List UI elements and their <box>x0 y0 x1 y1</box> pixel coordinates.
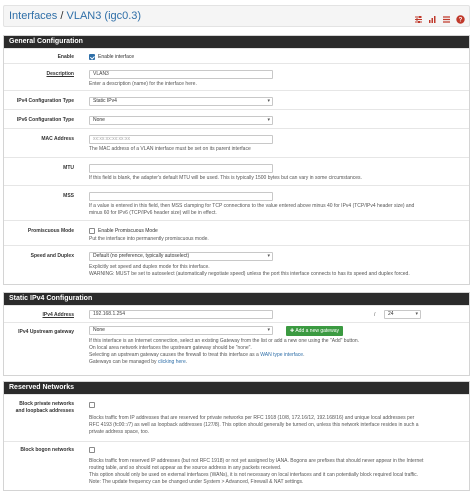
gateway-label: IPv4 Upstream gateway <box>18 329 74 335</box>
speed-row: Speed and Duplex Default (no preference,… <box>4 245 469 285</box>
promisc-checkbox[interactable] <box>89 228 95 234</box>
list-icon[interactable] <box>442 11 451 23</box>
speed-select[interactable]: Default (no preference, typically autose… <box>89 252 273 261</box>
gateway-help-2: On local area network interfaces the ups… <box>89 345 252 351</box>
speed-help-1: Explicitly set speed and duplex mode for… <box>89 264 210 270</box>
ipv6-type-select[interactable]: None <box>89 116 273 125</box>
mtu-input[interactable] <box>89 164 273 173</box>
panel-heading: Reserved Networks <box>4 382 469 394</box>
block-bogon-help-2: routing table, and so should not appear … <box>89 465 282 471</box>
mtu-row: MTU If this field is blank, the adapter'… <box>4 157 469 184</box>
cidr-slash: / <box>374 312 376 318</box>
gateway-help-4-end: . <box>185 359 188 365</box>
description-input[interactable]: VLAN3 <box>89 70 273 79</box>
ipv4-address-row: IPv4 Address 192.168.1.254 / 24 <box>4 305 469 321</box>
mss-help-1: If a value is entered in this field, the… <box>89 203 415 209</box>
breadcrumb-current[interactable]: VLAN3 (igc0.3) <box>67 10 142 22</box>
cidr-select[interactable]: 24 <box>384 310 421 319</box>
block-private-help-1: Blocks traffic from IP addresses that ar… <box>89 415 415 421</box>
block-bogon-help-4: Note: The update frequency can be change… <box>89 479 304 485</box>
mss-help-2: minus 60 for IPv6 (TCP/IPv6 header size)… <box>89 210 217 216</box>
block-bogon-help-1: Blocks traffic from reserved IP addresse… <box>89 458 424 464</box>
header-icons: ? <box>414 11 465 24</box>
description-row: Description VLAN3 Enter a description (n… <box>4 63 469 89</box>
block-private-row: Block private networks and loopback addr… <box>4 394 469 440</box>
block-private-checkbox[interactable] <box>89 402 95 408</box>
gateway-select[interactable]: None <box>89 326 273 335</box>
gateway-help-3: Selecting an upstream gateway causes the… <box>89 352 304 359</box>
mtu-help: If this field is blank, the adapter's de… <box>89 175 362 181</box>
enable-row: Enable Enable interface <box>4 48 469 62</box>
enable-label: Enable <box>57 54 74 60</box>
description-label: Description <box>46 71 74 77</box>
ipv4-address-label: IPv4 Address <box>42 312 75 318</box>
page-header: Interfaces / VLAN3 (igc0.3) ? <box>3 5 470 27</box>
bar-chart-icon[interactable] <box>428 11 437 23</box>
gateway-help-3-text: Selecting an upstream gateway causes the… <box>89 352 261 358</box>
gateway-help-1: If this interface is an Internet connect… <box>89 338 360 344</box>
panel-heading: General Configuration <box>4 36 469 48</box>
mss-label: MSS <box>63 193 74 199</box>
gateway-help-4-text: Gateways can be managed by <box>89 359 158 365</box>
ipv6-type-row: IPv6 Configuration Type None <box>4 109 469 127</box>
breadcrumb: Interfaces / VLAN3 (igc0.3) <box>9 10 141 22</box>
mtu-label: MTU <box>63 165 74 171</box>
breadcrumb-interfaces[interactable]: Interfaces <box>9 10 57 22</box>
gateway-help-4: Gateways can be managed by clicking here… <box>89 359 187 366</box>
promisc-text: Enable Promiscuous Mode <box>98 228 158 234</box>
svg-text:?: ? <box>459 18 463 24</box>
clicking-here-link[interactable]: clicking here <box>158 359 186 365</box>
block-bogon-row: Block bogon networks Blocks traffic from… <box>4 441 469 491</box>
ipv4-type-row: IPv4 Configuration Type Static IPv4 <box>4 90 469 108</box>
speed-label: Speed and Duplex <box>30 253 74 259</box>
reserved-networks-panel: Reserved Networks Block private networks… <box>3 381 470 491</box>
block-private-help-2: RFC 4193 (fc00::/7) as well as loopback … <box>89 422 419 428</box>
mac-help: The MAC address of a VLAN interface must… <box>89 146 251 152</box>
wan-type-link[interactable]: WAN type interface <box>260 352 303 358</box>
help-icon[interactable]: ? <box>456 11 465 24</box>
block-private-label-2: and loopback addresses <box>15 408 74 414</box>
sliders-icon[interactable] <box>414 11 423 23</box>
mss-row: MSS If a value is entered in this field,… <box>4 185 469 219</box>
mac-row: MAC Address xx:xx:xx:xx:xx:xx The MAC ad… <box>4 128 469 156</box>
ipv4-type-label: IPv4 Configuration Type <box>16 98 74 104</box>
mac-label: MAC Address <box>41 136 74 142</box>
speed-help-2: WARNING: MUST be set to autoselect (auto… <box>89 271 410 277</box>
plus-icon: ✚ <box>290 328 295 334</box>
gateway-help-3-end: . <box>303 352 305 358</box>
block-bogon-label: Block bogon networks <box>20 447 74 453</box>
breadcrumb-separator: / <box>60 10 64 22</box>
promisc-row: Promiscuous Mode Enable Promiscuous Mode… <box>4 220 469 244</box>
enable-checkbox[interactable] <box>89 54 95 60</box>
block-private-label-1: Block private networks <box>19 401 74 407</box>
add-gateway-label: Add a new gateway <box>295 328 339 334</box>
promisc-label: Promiscuous Mode <box>27 228 74 234</box>
block-private-help-3: private address space, too. <box>89 429 150 435</box>
block-bogon-help-3: This option should only be used on exter… <box>89 472 419 478</box>
enable-text: Enable interface <box>98 54 135 60</box>
description-help: Enter a description (name) for the inter… <box>89 81 197 87</box>
ipv4-type-select[interactable]: Static IPv4 <box>89 97 273 106</box>
mac-input[interactable]: xx:xx:xx:xx:xx:xx <box>89 135 273 144</box>
mss-input[interactable] <box>89 192 273 201</box>
add-gateway-button[interactable]: ✚ Add a new gateway <box>286 326 343 336</box>
general-config-panel: General Configuration Enable Enable inte… <box>3 35 470 285</box>
panel-heading: Static IPv4 Configuration <box>4 293 469 305</box>
promisc-help: Put the interface into permanently promi… <box>89 236 209 242</box>
ipv4-address-input[interactable]: 192.168.1.254 <box>89 310 273 319</box>
gateway-row: IPv4 Upstream gateway None ✚ Add a new g… <box>4 322 469 376</box>
block-bogon-checkbox[interactable] <box>89 447 95 453</box>
static-ipv4-panel: Static IPv4 Configuration IPv4 Address 1… <box>3 292 470 376</box>
page: Interfaces / VLAN3 (igc0.3) ? General Co… <box>0 0 474 493</box>
ipv6-type-label: IPv6 Configuration Type <box>16 117 74 123</box>
